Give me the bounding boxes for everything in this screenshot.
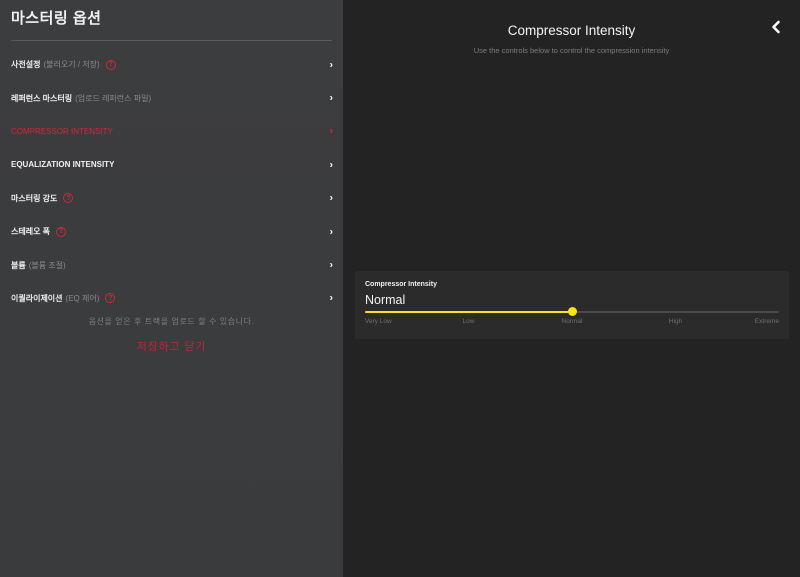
- options-menu: 사전설정 (불러오기 / 저장) ? › 레퍼런스 마스터링 (업로드 레퍼런스…: [0, 48, 343, 315]
- compressor-intensity-card: Compressor Intensity Normal Very Low Low N…: [355, 271, 789, 339]
- menu-item-label: 레퍼런스 마스터링: [11, 93, 73, 103]
- menu-item-reference-mastering[interactable]: 레퍼런스 마스터링 (업로드 레퍼런스 파일) ›: [0, 81, 343, 114]
- menu-item-label: EQUALIZATION INTENSITY: [11, 160, 115, 170]
- help-icon[interactable]: ?: [105, 293, 116, 304]
- slider-tick-label: Normal: [561, 318, 583, 325]
- menu-item-label: COMPRESSOR INTENSITY: [11, 126, 113, 136]
- slider-thumb[interactable]: [567, 307, 577, 316]
- menu-item-label: 마스터링 강도: [11, 193, 58, 203]
- menu-item-compressor-intensity[interactable]: COMPRESSOR INTENSITY ›: [0, 115, 343, 148]
- panel-title: 마스터링 옵션: [11, 10, 102, 27]
- slider-tick-label: Very Low: [365, 318, 392, 325]
- divider: [11, 40, 332, 41]
- slider-value: Normal: [365, 293, 406, 307]
- detail-title: Compressor Intensity: [507, 23, 636, 38]
- slider-tick-label: High: [668, 318, 683, 325]
- menu-item-label: 이퀄라이제이션: [11, 293, 63, 303]
- slider-ticks: Very Low Low Normal High Extreme: [365, 318, 779, 328]
- menu-item-equalization[interactable]: 이퀄라이제이션 (EQ 제어) ? ›: [0, 282, 343, 315]
- menu-item-label: 사전설정: [11, 60, 41, 70]
- detail-panel: Compressor Intensity Use the controls be…: [343, 0, 800, 577]
- menu-item-mastering-strength[interactable]: 마스터링 강도 ? ›: [0, 182, 343, 215]
- slider-label: Compressor Intensity: [365, 281, 437, 288]
- slider-fill: [365, 311, 572, 313]
- upload-note: 옵션을 얻은 후 트랙을 업로드 할 수 있습니다.: [88, 317, 255, 326]
- menu-item-sub: (업로드 레퍼런스 파일): [75, 93, 152, 103]
- back-button[interactable]: [769, 19, 783, 35]
- menu-item-sub: (볼륨 조절): [28, 260, 66, 270]
- chevron-right-icon: ›: [329, 92, 333, 104]
- chevron-right-icon: ›: [329, 292, 333, 304]
- intensity-slider[interactable]: [365, 307, 779, 317]
- slider-tick-label: Low: [462, 318, 475, 325]
- menu-item-sub: (불러오기 / 저장): [43, 60, 100, 70]
- menu-item-sub: (EQ 제어): [65, 293, 100, 303]
- menu-item-equalization-intensity[interactable]: EQUALIZATION INTENSITY ›: [0, 148, 343, 181]
- chevron-right-icon: ›: [329, 159, 333, 171]
- help-icon[interactable]: ?: [63, 193, 74, 204]
- menu-item-label: 볼륨: [11, 260, 26, 270]
- detail-subtitle: Use the controls below to control the co…: [473, 46, 670, 55]
- options-panel: 마스터링 옵션 사전설정 (불러오기 / 저장) ? › 레퍼런스 마스터링 (…: [0, 0, 343, 577]
- chevron-left-icon: [772, 20, 780, 34]
- chevron-right-icon: ›: [329, 192, 333, 204]
- help-icon[interactable]: ?: [105, 59, 116, 70]
- menu-item-volume[interactable]: 볼륨 (볼륨 조절) ›: [0, 248, 343, 281]
- chevron-right-icon: ›: [329, 226, 333, 238]
- menu-item-label: 스테레오 폭: [11, 227, 51, 237]
- save-and-close-button[interactable]: 저장하고 닫기: [0, 338, 343, 354]
- menu-item-stereo-width[interactable]: 스테레오 폭 ? ›: [0, 215, 343, 248]
- help-icon[interactable]: ?: [56, 226, 67, 237]
- menu-item-presets[interactable]: 사전설정 (불러오기 / 저장) ? ›: [0, 48, 343, 81]
- chevron-right-icon: ›: [329, 125, 333, 137]
- chevron-right-icon: ›: [329, 59, 333, 71]
- slider-tick-label: Extreme: [754, 318, 779, 325]
- chevron-right-icon: ›: [329, 259, 333, 271]
